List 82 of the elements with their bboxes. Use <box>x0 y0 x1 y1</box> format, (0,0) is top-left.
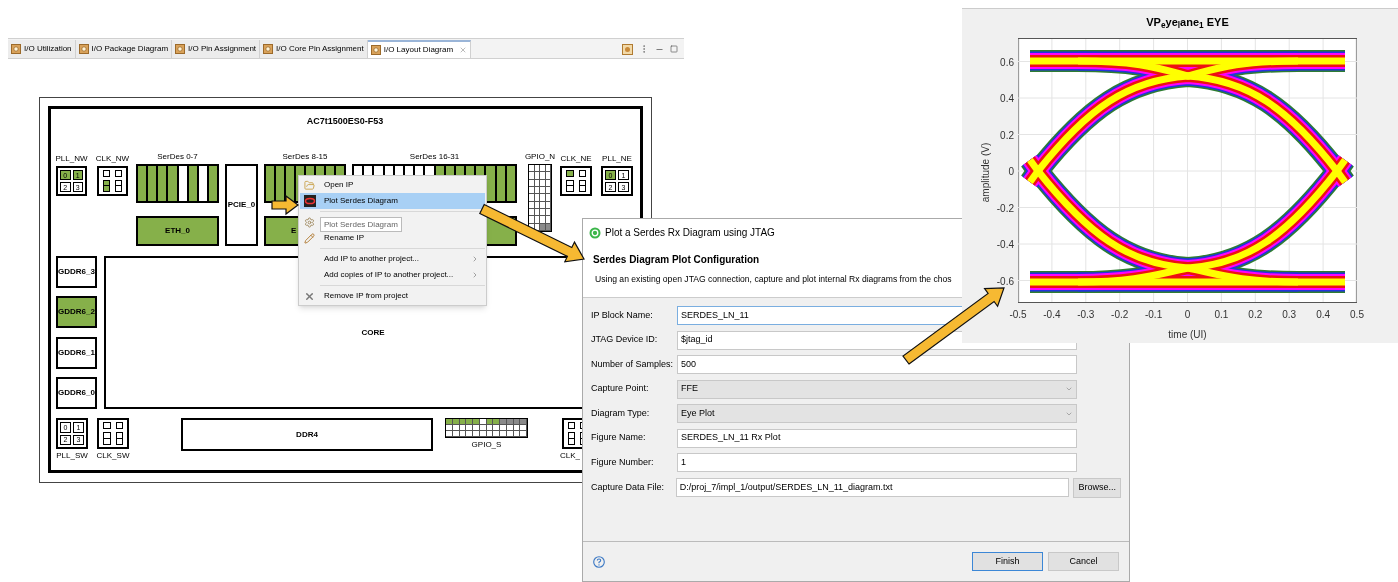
dialog-title: Plot a Serdes Rx Diagram using JTAG <box>605 226 775 240</box>
clock-block[interactable] <box>97 166 128 196</box>
field-label: Figure Name: <box>591 431 647 445</box>
tab-label: I/O Core Pin Assignment <box>276 43 364 55</box>
tab-label: I/O Package Diagram <box>91 43 169 55</box>
menu-item[interactable]: Add copies of IP to another project... <box>300 267 485 283</box>
dialog-button[interactable]: Finish <box>972 552 1043 571</box>
menu-item[interactable]: Plot Serdes Diagram <box>300 193 485 209</box>
tab-icon <box>78 44 89 54</box>
y-tick-label: -0.2 <box>995 201 1014 216</box>
plot-title: VP$_{e}$ye$_{l}$ane$_{1}$ EYE <box>1145 15 1230 31</box>
device-title: AC7t1500ES0-F53 <box>305 115 385 128</box>
ip-block[interactable]: GDDR6_0 <box>56 377 97 409</box>
gear-icon[interactable] <box>622 43 633 55</box>
gear-icon <box>304 216 315 228</box>
ip-block[interactable]: GDDR6_1 <box>56 337 97 369</box>
close-icon <box>304 290 315 302</box>
y-tick-label: 0.2 <box>999 128 1014 143</box>
dropdown[interactable]: FFE <box>677 379 1077 399</box>
clock-block[interactable] <box>97 418 129 449</box>
menu-item[interactable]: Rename IP <box>300 230 485 246</box>
x-tick-label: -0.4 <box>1042 308 1062 322</box>
y-tick-label: 0.6 <box>999 55 1014 70</box>
field-label: Figure Number: <box>591 455 655 469</box>
arrow <box>271 194 299 216</box>
x-tick-label: 0.1 <box>1213 308 1230 322</box>
dropdown[interactable]: Eye Plot <box>677 404 1077 423</box>
app-icon <box>589 226 601 239</box>
x-tick-label: -0.5 <box>1008 308 1028 322</box>
chevron-icon <box>1065 385 1073 393</box>
ip-block[interactable]: GDDR6_2 <box>56 296 97 328</box>
folder-icon <box>304 179 315 191</box>
clock-block[interactable] <box>560 166 592 196</box>
input-field[interactable]: D:/proj_7/impl_1/output/SERDES_LN_11_diagram.txt <box>675 478 1070 497</box>
menu-item[interactable]: Open IP <box>300 177 485 193</box>
x-tick-label: -0.1 <box>1143 308 1164 322</box>
y-tick-label: -0.4 <box>995 238 1014 252</box>
tab-icon <box>11 44 21 54</box>
hover-tooltip: Plot Serdes Diagram <box>320 217 402 232</box>
tab-label: I/O Layout Diagram <box>383 44 454 56</box>
x-tick-label: 0 <box>1183 308 1192 322</box>
tab-label: I/O Pin Assignment <box>188 43 257 55</box>
x-tick-label: 0.4 <box>1315 308 1332 322</box>
field-label: Capture Data File: <box>591 480 666 494</box>
block-label: CLK_ <box>560 451 580 461</box>
editor-tab[interactable]: I/O Utilization <box>8 40 76 58</box>
ip-block[interactable]: GDDR6_3 <box>56 256 97 288</box>
input-field[interactable]: SERDES_LN_11 Rx Plot <box>677 428 1077 448</box>
y-axis-label: amplitude (V) <box>978 141 992 205</box>
input-field[interactable]: 1 <box>677 453 1077 472</box>
tab-icon <box>370 45 381 55</box>
eye-diagram-icon <box>304 195 316 207</box>
ip-block[interactable]: DDR4 <box>181 418 433 451</box>
pencil-icon <box>304 232 315 244</box>
editor-tab[interactable]: I/O Package Diagram <box>75 40 173 58</box>
tab-icon <box>175 44 186 54</box>
dialog-button[interactable]: Cancel <box>1048 552 1119 571</box>
editor-tab[interactable]: I/O Core Pin Assignment <box>260 40 368 58</box>
browse-button[interactable]: Browse... <box>1073 477 1121 498</box>
y-tick-label: 0.4 <box>999 92 1014 106</box>
menu-item[interactable]: Remove IP from project <box>300 288 485 304</box>
x-tick-label: 0.5 <box>1349 308 1365 322</box>
ip-block[interactable]: PCIE_0 <box>225 164 258 246</box>
y-tick-label: -0.6 <box>995 274 1014 289</box>
x-tick-label: 0.2 <box>1247 308 1264 322</box>
help-icon[interactable] <box>593 555 605 568</box>
tab-icon <box>263 44 274 54</box>
tab-label: I/O Utilization <box>24 43 72 55</box>
x-tick-label: 0.3 <box>1281 308 1298 322</box>
gpio-grid[interactable] <box>445 418 528 438</box>
x-axis-label: time (UI) <box>1167 328 1208 342</box>
x-tick-label: -0.3 <box>1076 308 1096 322</box>
input-field[interactable]: 500 <box>677 355 1077 374</box>
x-tick-label: -0.2 <box>1110 308 1130 322</box>
editor-tab[interactable]: I/O Pin Assignment <box>172 40 261 58</box>
field-label: Diagram Type: <box>591 406 651 420</box>
block-label: GPIO_S <box>470 440 503 450</box>
ip-block[interactable]: ETH_0 <box>136 216 219 246</box>
block-label: SerDes 8-15 <box>281 152 329 162</box>
serdes-block[interactable] <box>136 164 219 203</box>
editor-tab[interactable]: I/O Layout Diagram <box>367 40 472 58</box>
gpio-grid[interactable] <box>528 164 552 232</box>
